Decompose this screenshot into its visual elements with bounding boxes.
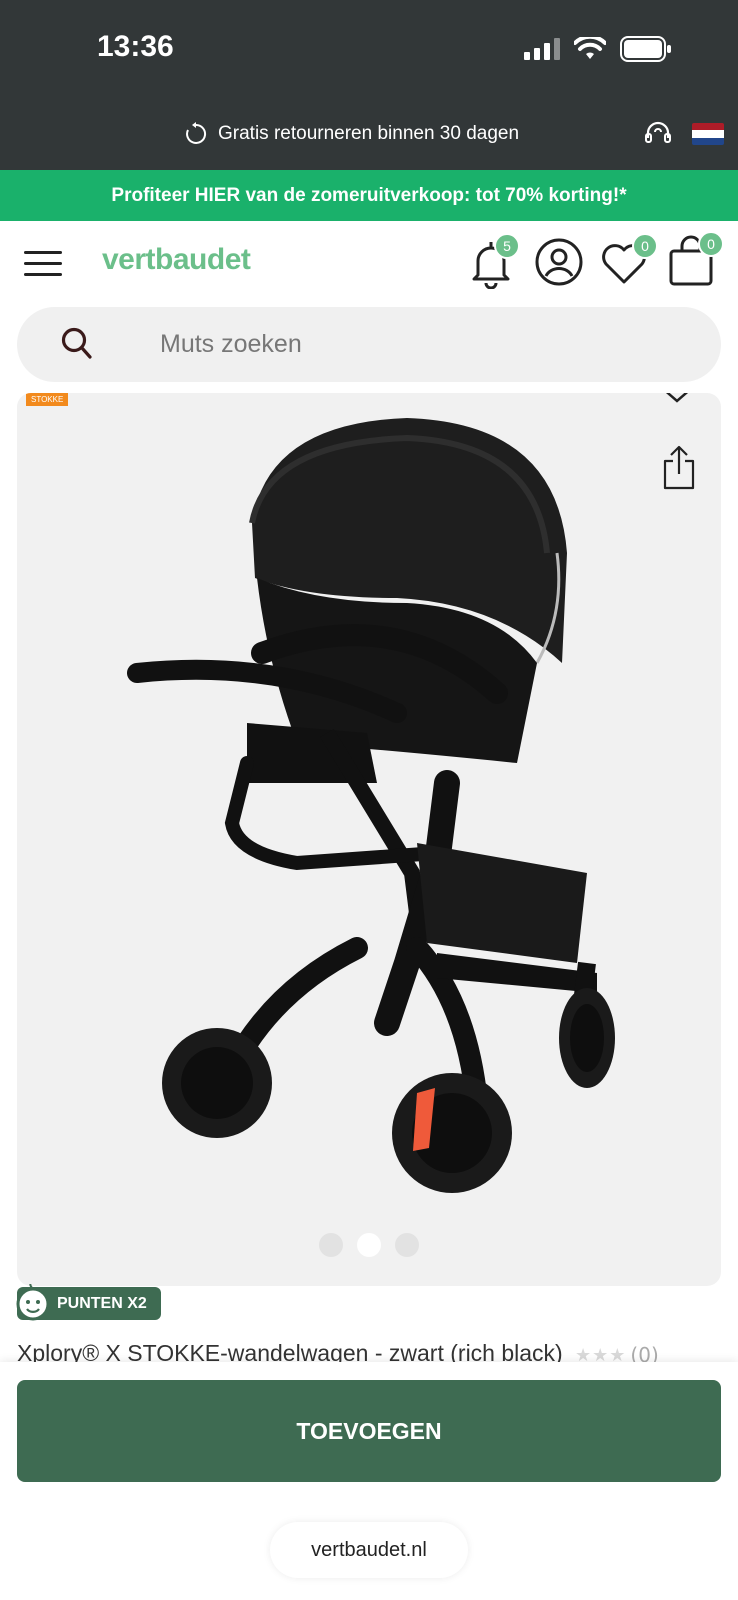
free-returns-text: Gratis retourneren binnen 30 dagen <box>218 123 520 144</box>
search-icon[interactable] <box>61 327 93 361</box>
site-header: vertbaudet 5 0 0 <box>0 221 738 306</box>
brand-tag: STOKKE <box>26 393 69 406</box>
refresh-icon <box>186 122 207 144</box>
notifications-count-badge: 5 <box>494 233 520 259</box>
wishlist-button[interactable]: 0 <box>600 233 658 289</box>
carousel-dots <box>17 1233 721 1257</box>
carousel-dot[interactable] <box>395 1233 419 1257</box>
points-badge-label: PUNTEN X2 <box>57 1294 147 1312</box>
cart-button[interactable]: 0 <box>668 231 724 291</box>
notifications-button[interactable]: 5 <box>470 233 520 293</box>
status-icons <box>524 36 672 62</box>
points-badge: PUNTEN X2 <box>16 1284 161 1321</box>
support-icon <box>645 121 671 143</box>
carousel-dot[interactable] <box>319 1233 343 1257</box>
site-logo[interactable]: vertbaudet <box>102 243 251 277</box>
add-to-cart-button[interactable]: TOEVOEGEN <box>17 1380 721 1482</box>
cart-count-badge: 0 <box>698 231 724 257</box>
product-image-carousel[interactable]: STOKKE <box>17 393 721 1286</box>
chevron-down-icon[interactable] <box>657 393 697 407</box>
signal-icon <box>524 38 560 60</box>
browser-url-bar[interactable]: vertbaudet.nl <box>270 1522 468 1578</box>
menu-icon[interactable] <box>24 251 62 277</box>
account-button[interactable] <box>534 237 584 291</box>
status-time: 13:36 <box>97 30 174 63</box>
bottom-action-panel: TOEVOEGEN vertbaudet.nl <box>0 1362 738 1600</box>
share-icon[interactable] <box>661 445 697 491</box>
promo-banner[interactable]: Profiteer HIER van de zomeruitverkoop: t… <box>0 170 738 221</box>
account-icon <box>535 238 583 286</box>
customer-support-button[interactable] <box>644 120 672 152</box>
status-bar: 13:36 <box>0 0 738 100</box>
wifi-icon <box>574 37 606 59</box>
free-returns-notice[interactable]: Gratis retourneren binnen 30 dagen <box>184 122 519 146</box>
search-input[interactable] <box>160 323 680 365</box>
top-info-strip: Gratis retourneren binnen 30 dagen <box>0 100 738 170</box>
wishlist-count-badge: 0 <box>632 233 658 259</box>
flag-nl-icon[interactable] <box>692 123 724 145</box>
stroller-image <box>127 418 615 1193</box>
search-bar[interactable] <box>17 307 721 382</box>
battery-icon <box>620 36 671 62</box>
baby-icon <box>16 1284 50 1321</box>
carousel-dot-active[interactable] <box>357 1233 381 1257</box>
